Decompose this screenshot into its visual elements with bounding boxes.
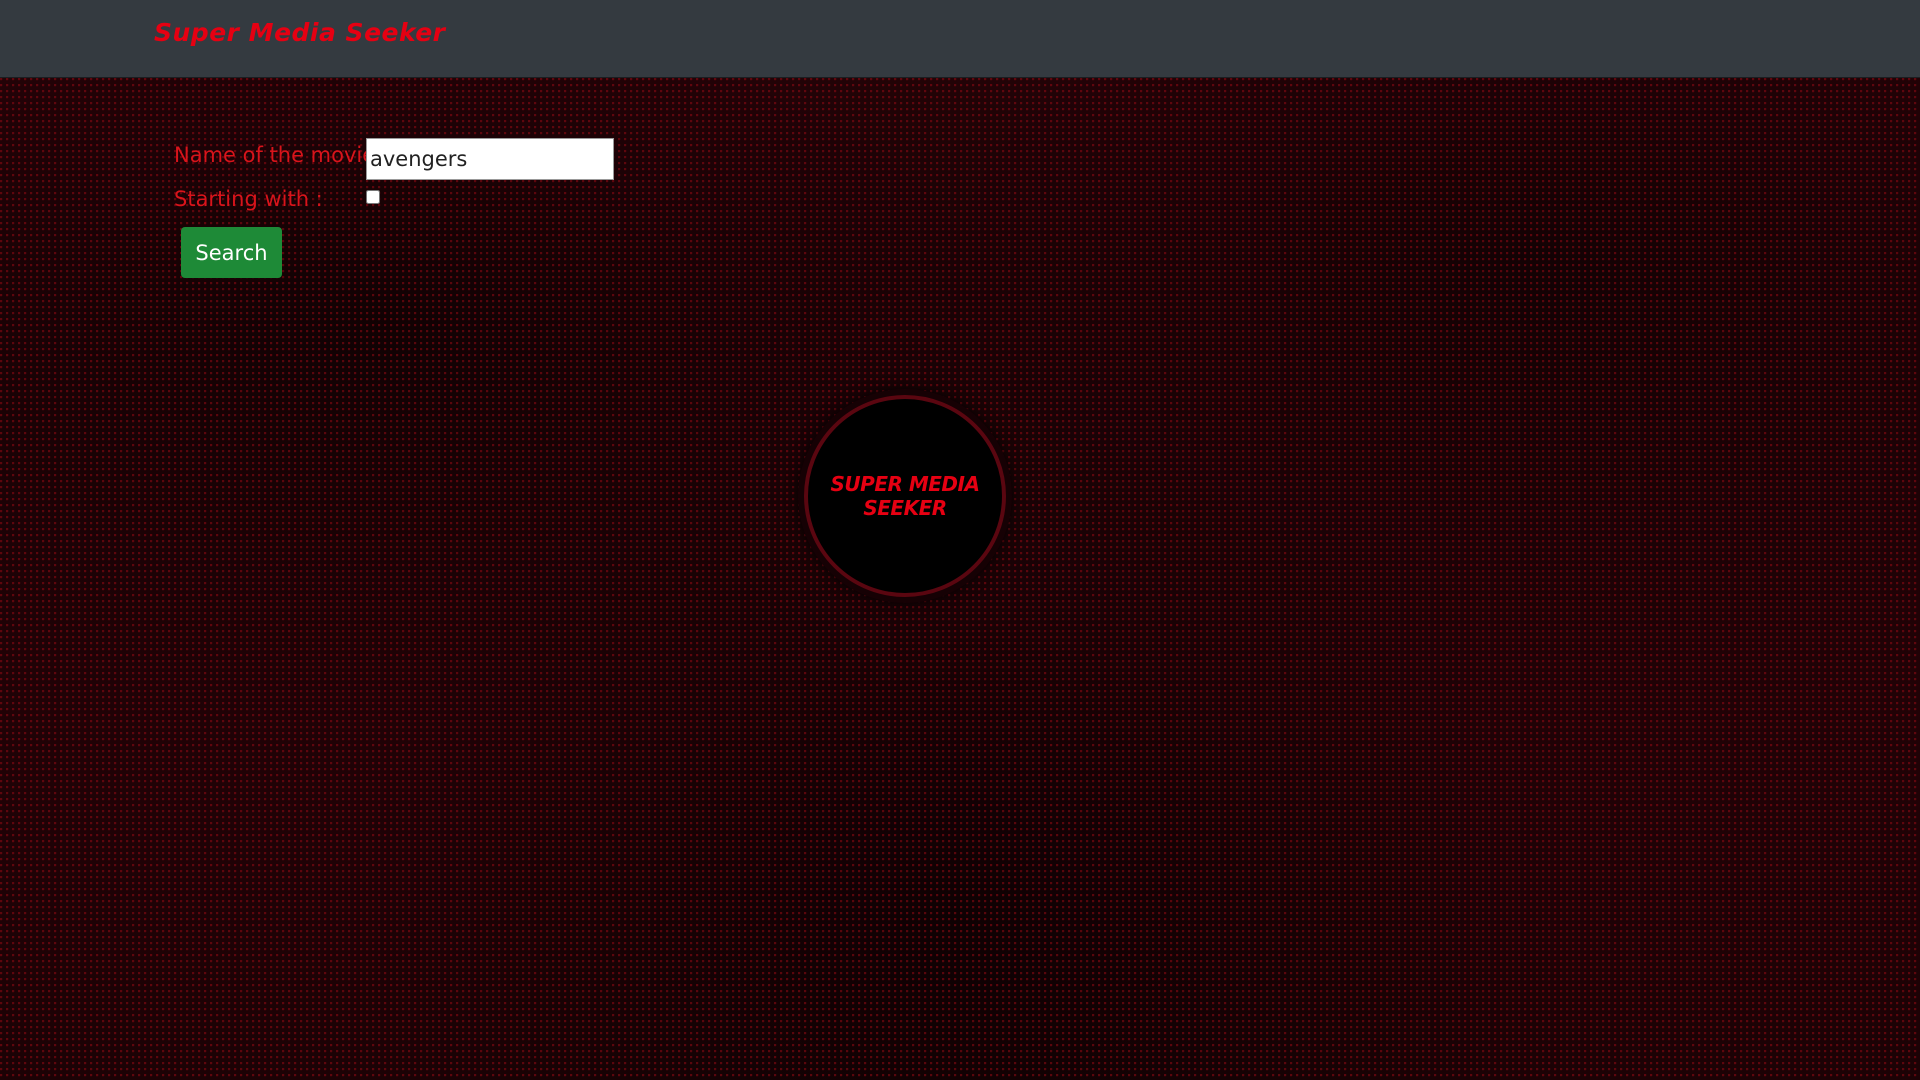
logo-text: Super Media Seeker [830, 472, 980, 520]
starting-with-checkbox[interactable] [366, 190, 380, 204]
search-button[interactable]: Search [181, 227, 282, 278]
starting-with-label: Starting with : [174, 187, 323, 211]
brand-link[interactable]: Super Media Seeker [154, 18, 446, 47]
logo-emblem-icon: Super Media Seeker [804, 395, 1006, 597]
top-navbar: Super Media Seeker [0, 0, 1920, 78]
movie-name-input[interactable] [366, 138, 614, 180]
movie-name-label: Name of the movie [174, 143, 376, 167]
